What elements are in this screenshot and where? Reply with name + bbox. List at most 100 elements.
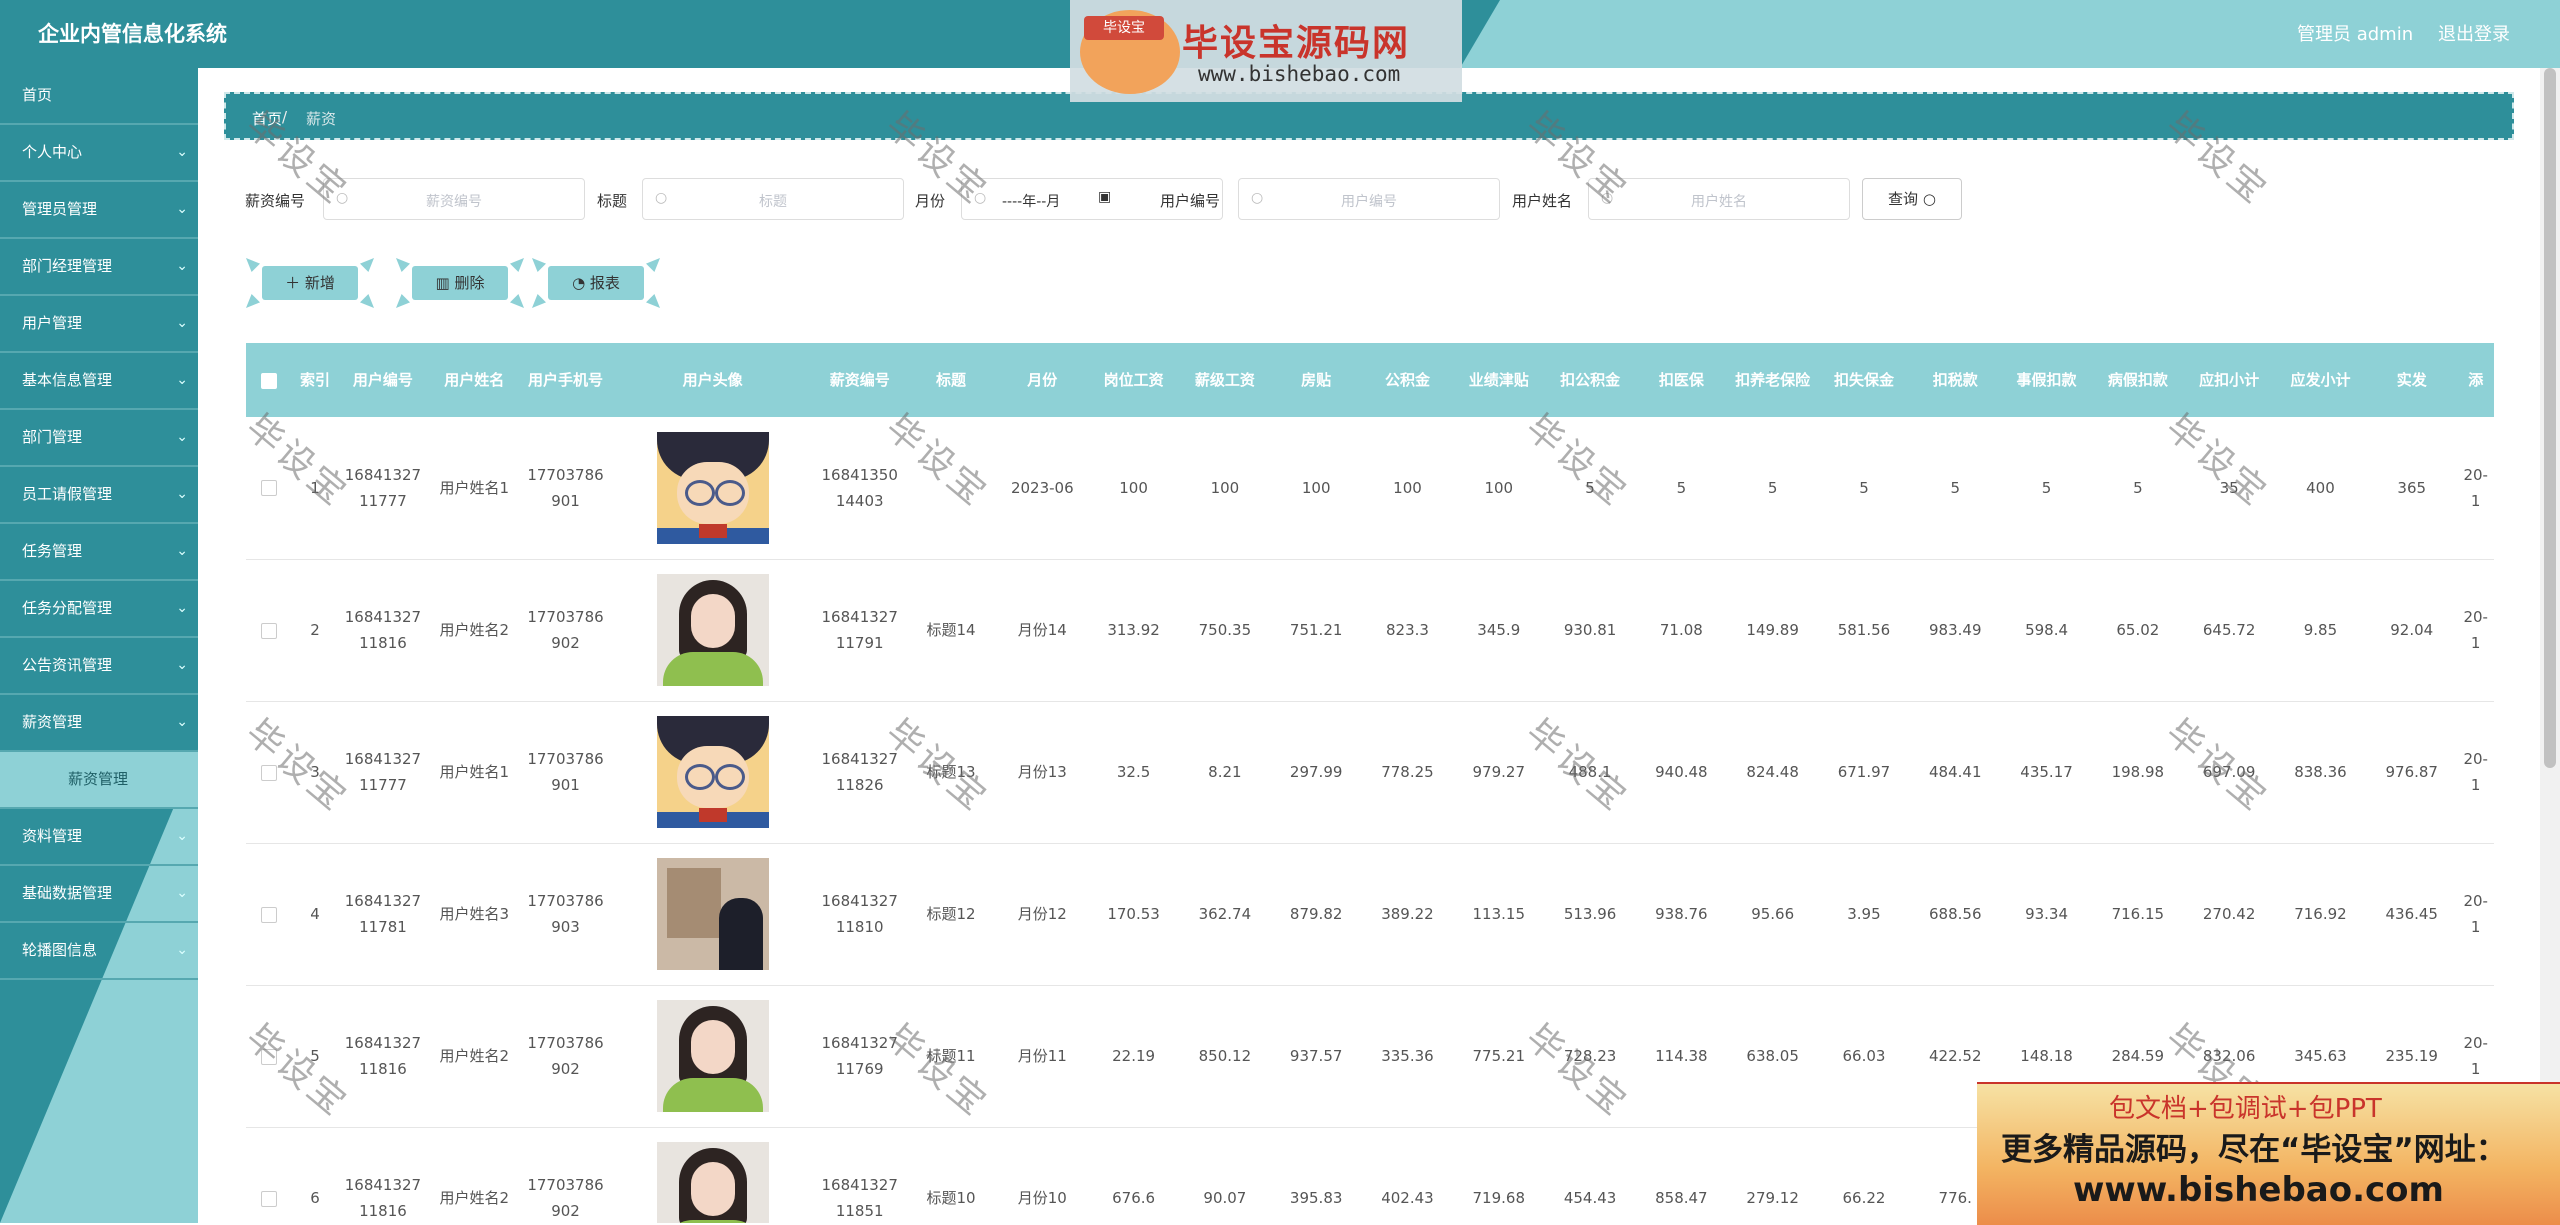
column-header: 实发 <box>2396 371 2427 389</box>
table-cell: 1684132711810 <box>821 892 898 936</box>
table-cell: 879.82 <box>1289 905 1343 923</box>
table-cell: 1 <box>310 478 320 497</box>
sidebar-menu: 首页 个人中心 ⌄ 管理员管理 ⌄ 部门经理管理 ⌄ 用户管理 ⌄ 基本信息管理 ⌄ 部门管理 ⌄ 员工请… <box>0 68 198 980</box>
sidebar-item-7[interactable]: 员工请假管理 ⌄ <box>0 467 198 524</box>
table-cell: 1684132711816 <box>344 608 422 652</box>
calendar-icon[interactable]: ▣ <box>1098 189 1111 205</box>
table-cell: 标题10 <box>926 1189 976 1207</box>
logout-link[interactable]: 退出登录 <box>2438 20 2510 46</box>
table-cell: 标题14 <box>926 621 976 639</box>
table-cell: 9.85 <box>2303 621 2338 639</box>
table-cell: 719.68 <box>1472 1189 1526 1207</box>
column-header: 薪级工资 <box>1194 371 1255 389</box>
table-cell: 1684132711777 <box>344 465 422 510</box>
sidebar-item-5[interactable]: 基本信息管理 ⌄ <box>0 353 198 410</box>
sidebar-item-9[interactable]: 任务分配管理 ⌄ <box>0 581 198 638</box>
sidebar-item-6[interactable]: 部门管理 ⌄ <box>0 410 198 467</box>
row-checkbox[interactable] <box>261 622 278 639</box>
column-header: 薪资编号 <box>829 371 890 389</box>
logo-title: 毕设宝源码网 <box>1182 23 1411 64</box>
table-cell: 8.21 <box>1208 763 1242 781</box>
row-checkbox[interactable] <box>261 906 278 923</box>
sidebar-item-3[interactable]: 部门经理管理 ⌄ <box>0 239 198 296</box>
table-row[interactable]: 2 1684132711816 用户姓名2 17703786902 1684132711… <box>246 559 2494 701</box>
scrollbar-thumb[interactable] <box>2544 68 2556 768</box>
page-scrollbar[interactable] <box>2540 68 2560 1223</box>
table-cell: 402.43 <box>1381 1189 1434 1207</box>
select-all-checkbox[interactable] <box>261 372 278 389</box>
avatar-cell <box>611 985 814 1127</box>
add-button[interactable]: ＋ 新增 <box>246 258 374 308</box>
column-header: 用户手机号 <box>528 371 604 389</box>
user-no-input[interactable]: ○ 用户编号 <box>1238 178 1500 220</box>
table-cell: 5 <box>1950 478 1961 497</box>
table-cell: 月份10 <box>1017 1189 1067 1207</box>
table-cell: 598.4 <box>2025 621 2069 639</box>
table-cell: 113.15 <box>1472 905 1526 923</box>
table-cell: 5 <box>2133 478 2143 497</box>
delete-button[interactable]: ▥ 删除 <box>396 258 524 308</box>
table-row[interactable]: 4 1684132711781 用户姓名3 17703786903 1684132711… <box>246 843 2494 985</box>
table-row[interactable]: 3 1684132711777 用户姓名1 17703786901 1684132711… <box>246 701 2494 843</box>
user-name-input[interactable]: ○ 用户姓名 <box>1588 178 1850 220</box>
report-button[interactable]: ◔ 报表 <box>532 258 660 308</box>
sidebar-item-14[interactable]: 基础数据管理 ⌄ <box>0 866 198 923</box>
table-cell: 20-1 <box>2463 465 2488 510</box>
row-checkbox-cell <box>246 701 293 843</box>
avatar-cell <box>611 417 814 559</box>
sidebar-item-2[interactable]: 管理员管理 ⌄ <box>0 182 198 239</box>
sidebar-item-0[interactable]: 首页 <box>0 68 198 125</box>
sidebar-item-4[interactable]: 用户管理 ⌄ <box>0 296 198 353</box>
query-button[interactable]: 查询 ○ <box>1862 178 1962 220</box>
filter-label-user-no: 用户编号 <box>1160 192 1221 210</box>
title-input[interactable]: ○ 标题 <box>642 178 904 220</box>
column-header: 公积金 <box>1384 371 1430 389</box>
row-checkbox-cell <box>246 559 293 701</box>
sidebar-item-15[interactable]: 轮播图信息 ⌄ <box>0 923 198 980</box>
table-header-row: 索引 用户编号 用户姓名 用户手机号 用户头像 薪资编号 标题 月份 岗位工资 薪级工资 房贴 公积金… <box>246 343 2494 417</box>
table-cell: 标题11 <box>926 1047 976 1065</box>
table-cell: 100 <box>1210 478 1240 497</box>
sidebar-item-13[interactable]: 资料管理 ⌄ <box>0 809 198 866</box>
column-header: 扣失保金 <box>1833 371 1894 389</box>
table-cell: 95.66 <box>1751 905 1795 923</box>
table-cell: 983.49 <box>1929 621 1982 639</box>
breadcrumb-home[interactable]: 首页 <box>252 108 282 129</box>
row-checkbox[interactable] <box>261 1048 278 1065</box>
search-icon: ○ <box>1922 190 1936 208</box>
chevron-down-icon: ⌄ <box>176 258 188 274</box>
sidebar-item-1[interactable]: 个人中心 ⌄ <box>0 125 198 182</box>
column-header: 标题 <box>935 371 966 389</box>
column-header: 月份 <box>1027 371 1058 389</box>
row-checkbox[interactable] <box>261 480 278 497</box>
trash-icon: ▥ <box>435 274 455 292</box>
table-cell: 581.56 <box>1837 621 1891 639</box>
table-cell: 4 <box>310 905 320 923</box>
row-checkbox[interactable] <box>261 764 278 781</box>
column-header: 业绩津贴 <box>1468 371 1529 389</box>
sidebar-item-11[interactable]: 薪资管理 ⌄ <box>0 695 198 752</box>
table-cell <box>905 417 996 559</box>
table-row[interactable]: 1 1684132711777 用户姓名1 17703786901 1684135014… <box>246 417 2494 559</box>
table-cell: 17703786902 <box>527 608 604 652</box>
table-cell: 71.08 <box>1659 621 1703 639</box>
table-cell: 用户姓名1 <box>439 478 509 497</box>
column-header: 用户姓名 <box>444 371 505 389</box>
table-cell: 65.02 <box>2116 621 2160 639</box>
table-cell: 454.43 <box>1563 1189 1617 1207</box>
sidebar-item-10[interactable]: 公告资讯管理 ⌄ <box>0 638 198 695</box>
column-header: 索引 <box>299 371 330 389</box>
watermark-logo: 毕设宝 毕设宝源码网 www.bishebao.com <box>1070 0 1462 102</box>
table-cell: 100 <box>1119 478 1148 497</box>
column-header: 应发小计 <box>2290 371 2351 389</box>
row-checkbox[interactable] <box>261 1190 278 1207</box>
sidebar-item-8[interactable]: 任务管理 ⌄ <box>0 524 198 581</box>
sidebar-item-12[interactable]: 薪资管理 <box>0 752 198 809</box>
table-cell: 488.1 <box>1568 763 1612 781</box>
table-cell: 66.22 <box>1842 1189 1886 1207</box>
table-cell: 775.21 <box>1472 1047 1526 1065</box>
table-cell: 1684132711791 <box>821 608 898 652</box>
system-title: 企业内管信息化系统 <box>38 22 227 46</box>
salary-no-input[interactable]: ○ 薪资编号 <box>323 178 585 220</box>
column-header: 应扣小计 <box>2199 371 2260 389</box>
